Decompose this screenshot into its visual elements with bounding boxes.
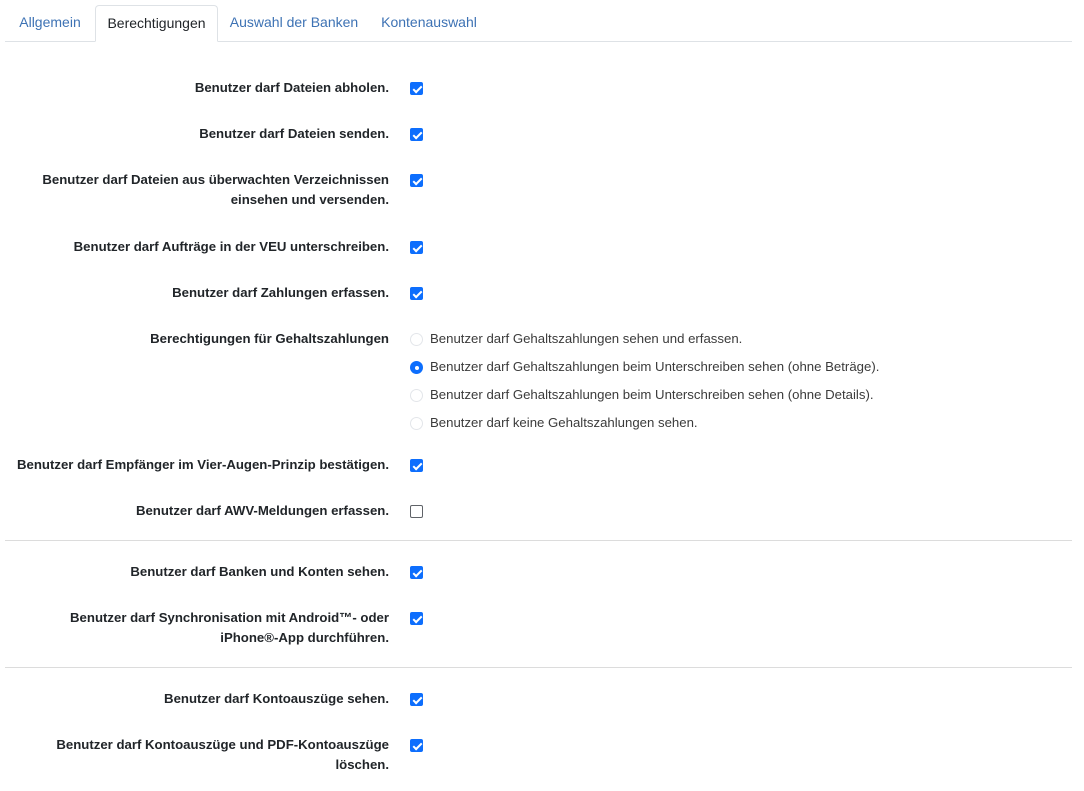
section-divider: [5, 667, 1072, 668]
app-sync-label-line2: iPhone®-App durchführen.: [220, 630, 389, 645]
tab-auswahl-der-banken[interactable]: Auswahl der Banken: [218, 5, 370, 40]
tab-berechtigungen[interactable]: Berechtigungen: [95, 5, 218, 42]
salary-radio-sign-no-details[interactable]: [410, 389, 423, 402]
banks-accounts-label: Benutzer darf Banken und Konten sehen.: [130, 564, 389, 579]
create-payments-label: Benutzer darf Zahlungen erfassen.: [172, 285, 389, 300]
statements-view-checkbox[interactable]: [410, 693, 423, 706]
tab-allgemein[interactable]: Allgemein: [5, 5, 95, 40]
monitored-dirs-label-line1: Benutzer darf Dateien aus überwachten Ve…: [42, 172, 389, 187]
banks-accounts-checkbox[interactable]: [410, 566, 423, 579]
salary-radio-none[interactable]: [410, 417, 423, 430]
salary-radio-view-create[interactable]: [410, 333, 423, 346]
salary-option-sign-no-details[interactable]: Benutzer darf Gehaltszahlungen beim Unte…: [430, 385, 874, 405]
monitored-dirs-label-line2: einsehen und versenden.: [230, 192, 389, 207]
tab-bar: Allgemein Berechtigungen Auswahl der Ban…: [5, 5, 1072, 42]
four-eyes-checkbox[interactable]: [410, 459, 423, 472]
section-divider: [5, 540, 1072, 541]
statements-delete-label-line1: Benutzer darf Kontoauszüge und PDF-Konto…: [56, 737, 389, 752]
monitored-dirs-checkbox[interactable]: [410, 174, 423, 187]
fetch-files-label: Benutzer darf Dateien abholen.: [194, 80, 389, 95]
app-sync-label-line1: Benutzer darf Synchronisation mit Androi…: [70, 610, 389, 625]
salary-permissions-label: Berechtigungen für Gehaltszahlungen: [150, 331, 389, 346]
statements-delete-checkbox[interactable]: [410, 739, 423, 752]
salary-option-none[interactable]: Benutzer darf keine Gehaltszahlungen seh…: [430, 413, 698, 433]
app-sync-checkbox[interactable]: [410, 612, 423, 625]
awv-checkbox[interactable]: [410, 505, 423, 518]
tab-kontenauswahl[interactable]: Kontenauswahl: [370, 5, 488, 40]
send-files-label: Benutzer darf Dateien senden.: [199, 126, 389, 141]
statements-view-label: Benutzer darf Kontoauszüge sehen.: [164, 691, 389, 706]
monitored-dirs-label: Benutzer darf Dateien aus überwachten Ve…: [42, 170, 389, 210]
four-eyes-label: Benutzer darf Empfänger im Vier-Augen-Pr…: [17, 457, 389, 472]
awv-label: Benutzer darf AWV-Meldungen erfassen.: [135, 503, 389, 518]
salary-option-sign-no-amounts[interactable]: Benutzer darf Gehaltszahlungen beim Unte…: [430, 357, 879, 377]
veu-sign-label: Benutzer darf Aufträge in der VEU unters…: [73, 239, 389, 254]
statements-delete-label-line2: löschen.: [335, 757, 390, 772]
create-payments-checkbox[interactable]: [410, 287, 423, 300]
fetch-files-checkbox[interactable]: [410, 82, 423, 95]
salary-radio-sign-no-amounts[interactable]: [410, 361, 423, 374]
salary-option-view-create[interactable]: Benutzer darf Gehaltszahlungen sehen und…: [430, 329, 742, 349]
app-sync-label: Benutzer darf Synchronisation mit Androi…: [70, 608, 389, 648]
send-files-checkbox[interactable]: [410, 128, 423, 141]
permissions-page: Allgemein Berechtigungen Auswahl der Ban…: [0, 0, 1084, 791]
statements-delete-label: Benutzer darf Kontoauszüge und PDF-Konto…: [56, 735, 389, 775]
veu-sign-checkbox[interactable]: [410, 241, 423, 254]
